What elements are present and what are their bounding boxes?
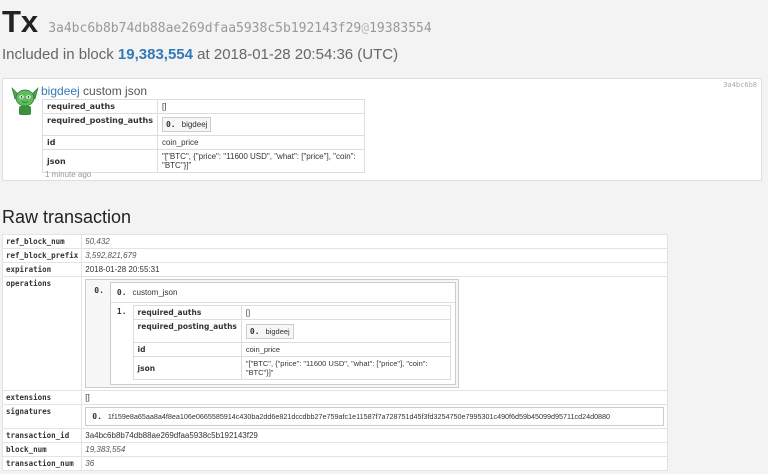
row-key: transaction_num xyxy=(1,456,83,471)
row-key: required_posting_auths xyxy=(132,319,242,343)
row-key: id xyxy=(42,135,158,150)
raw-transaction-table: ref_block_num 50,432 ref_block_prefix 3,… xyxy=(1,234,668,471)
row-value: coin_price xyxy=(156,135,366,150)
row-value: 50,432 xyxy=(81,234,668,249)
signature-value: 1f159e8a65aa8a4f8ea106e0665585914c430ba2… xyxy=(107,412,611,421)
row-value: "["BTC", {"price": "11600 USD", "what": … xyxy=(156,149,366,173)
included-prefix: Included in block xyxy=(2,46,114,63)
row-key: required_auths xyxy=(132,305,242,320)
array-item: 0. bigdeej xyxy=(245,323,294,339)
table-row: expiration 2018-01-28 20:55:31 xyxy=(1,262,668,277)
array-index: 0. xyxy=(249,326,260,336)
table-row: id coin_price xyxy=(42,135,366,150)
avatar-icon[interactable] xyxy=(11,85,39,115)
table-row: required_auths [] xyxy=(132,305,452,320)
tx-hash: 3a4bc6b8b74db88ae269dfaa5938c5b192143f29… xyxy=(48,21,432,36)
array-index: 1. xyxy=(116,307,127,316)
tx-at-sign: @ xyxy=(361,21,370,36)
tx-short-id-link[interactable]: 3a4bc6b8 xyxy=(723,81,757,89)
row-key: block_num xyxy=(1,442,83,457)
table-row: ref_block_prefix 3,592,821,679 xyxy=(1,248,668,263)
table-row: json "["BTC", {"price": "11600 USD", "wh… xyxy=(132,356,452,380)
operation-tuple: 0. custom_json 1. required_auths [] requ… xyxy=(109,282,457,385)
array-index: 0. xyxy=(92,412,102,421)
table-row: id coin_price xyxy=(132,342,452,357)
operation-body-row: 1. required_auths [] required_posting_au… xyxy=(111,303,455,384)
row-value: 3a4bc6b8b74db88ae269dfaa5938c5b192143f29 xyxy=(81,428,668,443)
row-value: 19,383,554 xyxy=(81,442,668,457)
included-timestamp: at 2018-01-28 20:54:36 (UTC) xyxy=(197,46,399,63)
table-row: required_posting_auths 0. bigdeej xyxy=(132,319,452,343)
row-value: 36 xyxy=(81,456,668,471)
operation-type: custom json xyxy=(83,84,148,98)
row-value: 0. 1f159e8a65aa8a4f8ea106e0665585914c430… xyxy=(81,404,668,429)
row-value: coin_price xyxy=(240,342,452,357)
table-row: ref_block_num 50,432 xyxy=(1,234,668,249)
row-value: 0. 0. custom_json 1. required_auths [] r… xyxy=(81,276,668,391)
array-value: bigdeej xyxy=(181,120,208,129)
table-row: signatures 0. 1f159e8a65aa8a4f8ea106e066… xyxy=(1,404,668,429)
row-value: 0. bigdeej xyxy=(240,319,452,343)
operation-name: custom_json xyxy=(132,288,178,297)
row-value: "["BTC", {"price": "11600 USD", "what": … xyxy=(240,356,452,380)
table-row: required_auths [] xyxy=(42,99,366,114)
operations-array: 0. 0. custom_json 1. required_auths [] r… xyxy=(85,279,460,388)
operation-summary: bigdeej custom json xyxy=(41,84,147,98)
page-title: Tx 3a4bc6b8b74db88ae269dfaa5938c5b192143… xyxy=(2,4,432,40)
row-key: required_auths xyxy=(42,99,158,114)
table-row: operations 0. 0. custom_json 1. required… xyxy=(1,276,668,391)
tx-block-ref: 19383554 xyxy=(369,21,432,36)
operation-name-row: 0. custom_json xyxy=(110,283,456,303)
table-row: transaction_id 3a4bc6b8b74db88ae269dfaa5… xyxy=(1,428,668,443)
row-value: [] xyxy=(81,390,668,405)
operation-body: required_auths [] required_posting_auths xyxy=(132,303,456,384)
row-key: transaction_id xyxy=(1,428,83,443)
row-key: ref_block_prefix xyxy=(1,248,83,263)
row-value: 2018-01-28 20:55:31 xyxy=(81,262,668,277)
row-key: json xyxy=(132,356,242,380)
row-key: id xyxy=(132,342,242,357)
account-link[interactable]: bigdeej xyxy=(41,84,80,98)
array-index: 0. xyxy=(165,120,176,129)
operation-body-table: required_auths [] required_posting_auths xyxy=(132,305,452,380)
table-row: required_posting_auths 0. bigdeej xyxy=(42,113,366,136)
array-value: bigdeej xyxy=(265,326,290,336)
array-index: 0. xyxy=(116,288,127,297)
row-key: required_posting_auths xyxy=(42,113,158,136)
operation-table: required_auths [] required_posting_auths… xyxy=(42,99,366,173)
array-item: 0. bigdeej xyxy=(161,117,212,132)
row-value: 3,592,821,679 xyxy=(81,248,668,263)
array-index: 0. xyxy=(94,286,104,295)
table-row: block_num 19,383,554 xyxy=(1,442,668,457)
included-in-block-line: Included in block 19,383,554 at 2018-01-… xyxy=(2,46,398,63)
row-value: 0. bigdeej xyxy=(156,113,366,136)
operation-card: bigdeej custom json 3a4bc6b8 required_au… xyxy=(2,78,762,181)
row-key: signatures xyxy=(1,404,83,429)
row-value: [] xyxy=(240,305,452,320)
tx-hash-value: 3a4bc6b8b74db88ae269dfaa5938c5b192143f29 xyxy=(48,21,362,36)
operations-item: 0. 0. custom_json 1. required_auths [] r… xyxy=(88,282,457,385)
table-row: extensions [] xyxy=(1,390,668,405)
row-key: operations xyxy=(1,276,83,391)
row-key: extensions xyxy=(1,390,83,405)
table-row: transaction_num 36 xyxy=(1,456,668,471)
row-key: ref_block_num xyxy=(1,234,83,249)
block-link[interactable]: 19,383,554 xyxy=(118,46,193,63)
tx-label: Tx xyxy=(2,4,39,39)
row-key: expiration xyxy=(1,262,83,277)
signatures-array: 0. 1f159e8a65aa8a4f8ea106e0665585914c430… xyxy=(85,407,664,426)
relative-time: 1 minute ago xyxy=(45,170,92,179)
raw-transaction-heading: Raw transaction xyxy=(2,207,132,227)
row-value: [] xyxy=(156,99,366,114)
